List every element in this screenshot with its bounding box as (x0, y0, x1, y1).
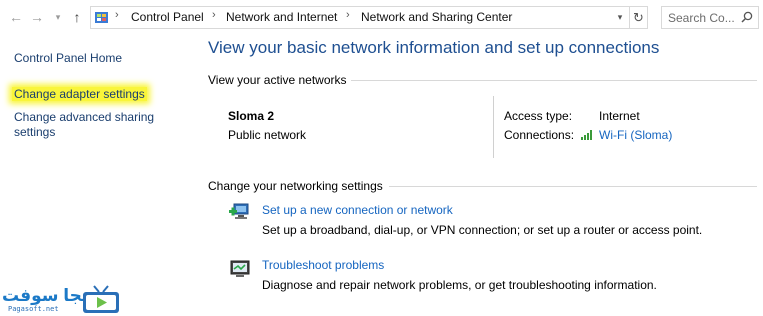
back-arrow-icon[interactable]: ← (8, 9, 24, 25)
troubleshoot-icon (230, 260, 250, 277)
control-panel-icon (95, 12, 108, 23)
advanced-sharing-label-line2: settings (14, 125, 56, 139)
search-input[interactable]: Search Co... (661, 6, 759, 29)
section-divider (351, 80, 757, 81)
search-icon[interactable] (741, 11, 753, 23)
breadcrumb-separator-icon: › (115, 9, 119, 21)
breadcrumb-separator-icon: › (346, 9, 350, 21)
breadcrumb-network-sharing-center[interactable]: Network and Sharing Center (361, 10, 512, 24)
up-arrow-icon[interactable]: ↑ (69, 9, 85, 25)
connections-label: Connections: (504, 128, 575, 142)
search-placeholder: Search Co... (668, 11, 735, 25)
change-adapter-settings-label: Change adapter settings (12, 87, 147, 101)
pagasoft-watermark: بيجا سوفت Pagasoft.net (0, 282, 125, 316)
network-name: Sloma 2 (228, 109, 275, 123)
change-settings-heading: Change your networking settings (208, 179, 383, 193)
refresh-icon[interactable]: ↻ (630, 6, 648, 29)
breadcrumb-control-panel[interactable]: Control Panel (131, 10, 204, 24)
change-adapter-settings-link[interactable]: Change adapter settings (12, 87, 147, 102)
active-networks-heading: View your active networks (208, 73, 347, 87)
wifi-connection-link[interactable]: Wi-Fi (Sloma) (599, 128, 672, 142)
setup-connection-link[interactable]: Set up a new connection or network (262, 203, 453, 217)
tv-play-logo-icon (83, 285, 119, 313)
advanced-sharing-label-line1: Change advanced sharing (14, 110, 155, 124)
setup-connection-description: Set up a broadband, dial-up, or VPN conn… (262, 223, 703, 237)
address-bar[interactable]: › Control Panel › Network and Internet ›… (90, 6, 630, 29)
control-panel-home-link[interactable]: Control Panel Home (14, 51, 122, 66)
address-toolbar: ← → ▾ ↑ › Control Panel › Network and In… (0, 0, 763, 36)
breadcrumb-network-and-internet[interactable]: Network and Internet (226, 10, 337, 24)
access-type-label: Access type: (504, 109, 573, 123)
recent-locations-chevron-icon[interactable]: ▾ (50, 9, 66, 25)
network-setup-icon (229, 203, 249, 219)
network-category-link[interactable]: Public network (228, 128, 306, 142)
troubleshoot-description: Diagnose and repair network problems, or… (262, 278, 657, 292)
breadcrumb-separator-icon: › (212, 9, 216, 21)
wifi-signal-icon (581, 130, 592, 140)
vertical-divider (493, 96, 494, 158)
section-divider (389, 186, 757, 187)
change-advanced-sharing-settings-link[interactable]: Change advanced sharing settings (14, 110, 154, 140)
address-dropdown-icon[interactable]: ▾ (614, 10, 626, 25)
forward-arrow-icon[interactable]: → (29, 9, 45, 25)
troubleshoot-link[interactable]: Troubleshoot problems (262, 258, 384, 272)
page-title: View your basic network information and … (208, 38, 660, 57)
watermark-site-text: Pagasoft.net (8, 305, 59, 313)
access-type-value: Internet (599, 109, 640, 123)
